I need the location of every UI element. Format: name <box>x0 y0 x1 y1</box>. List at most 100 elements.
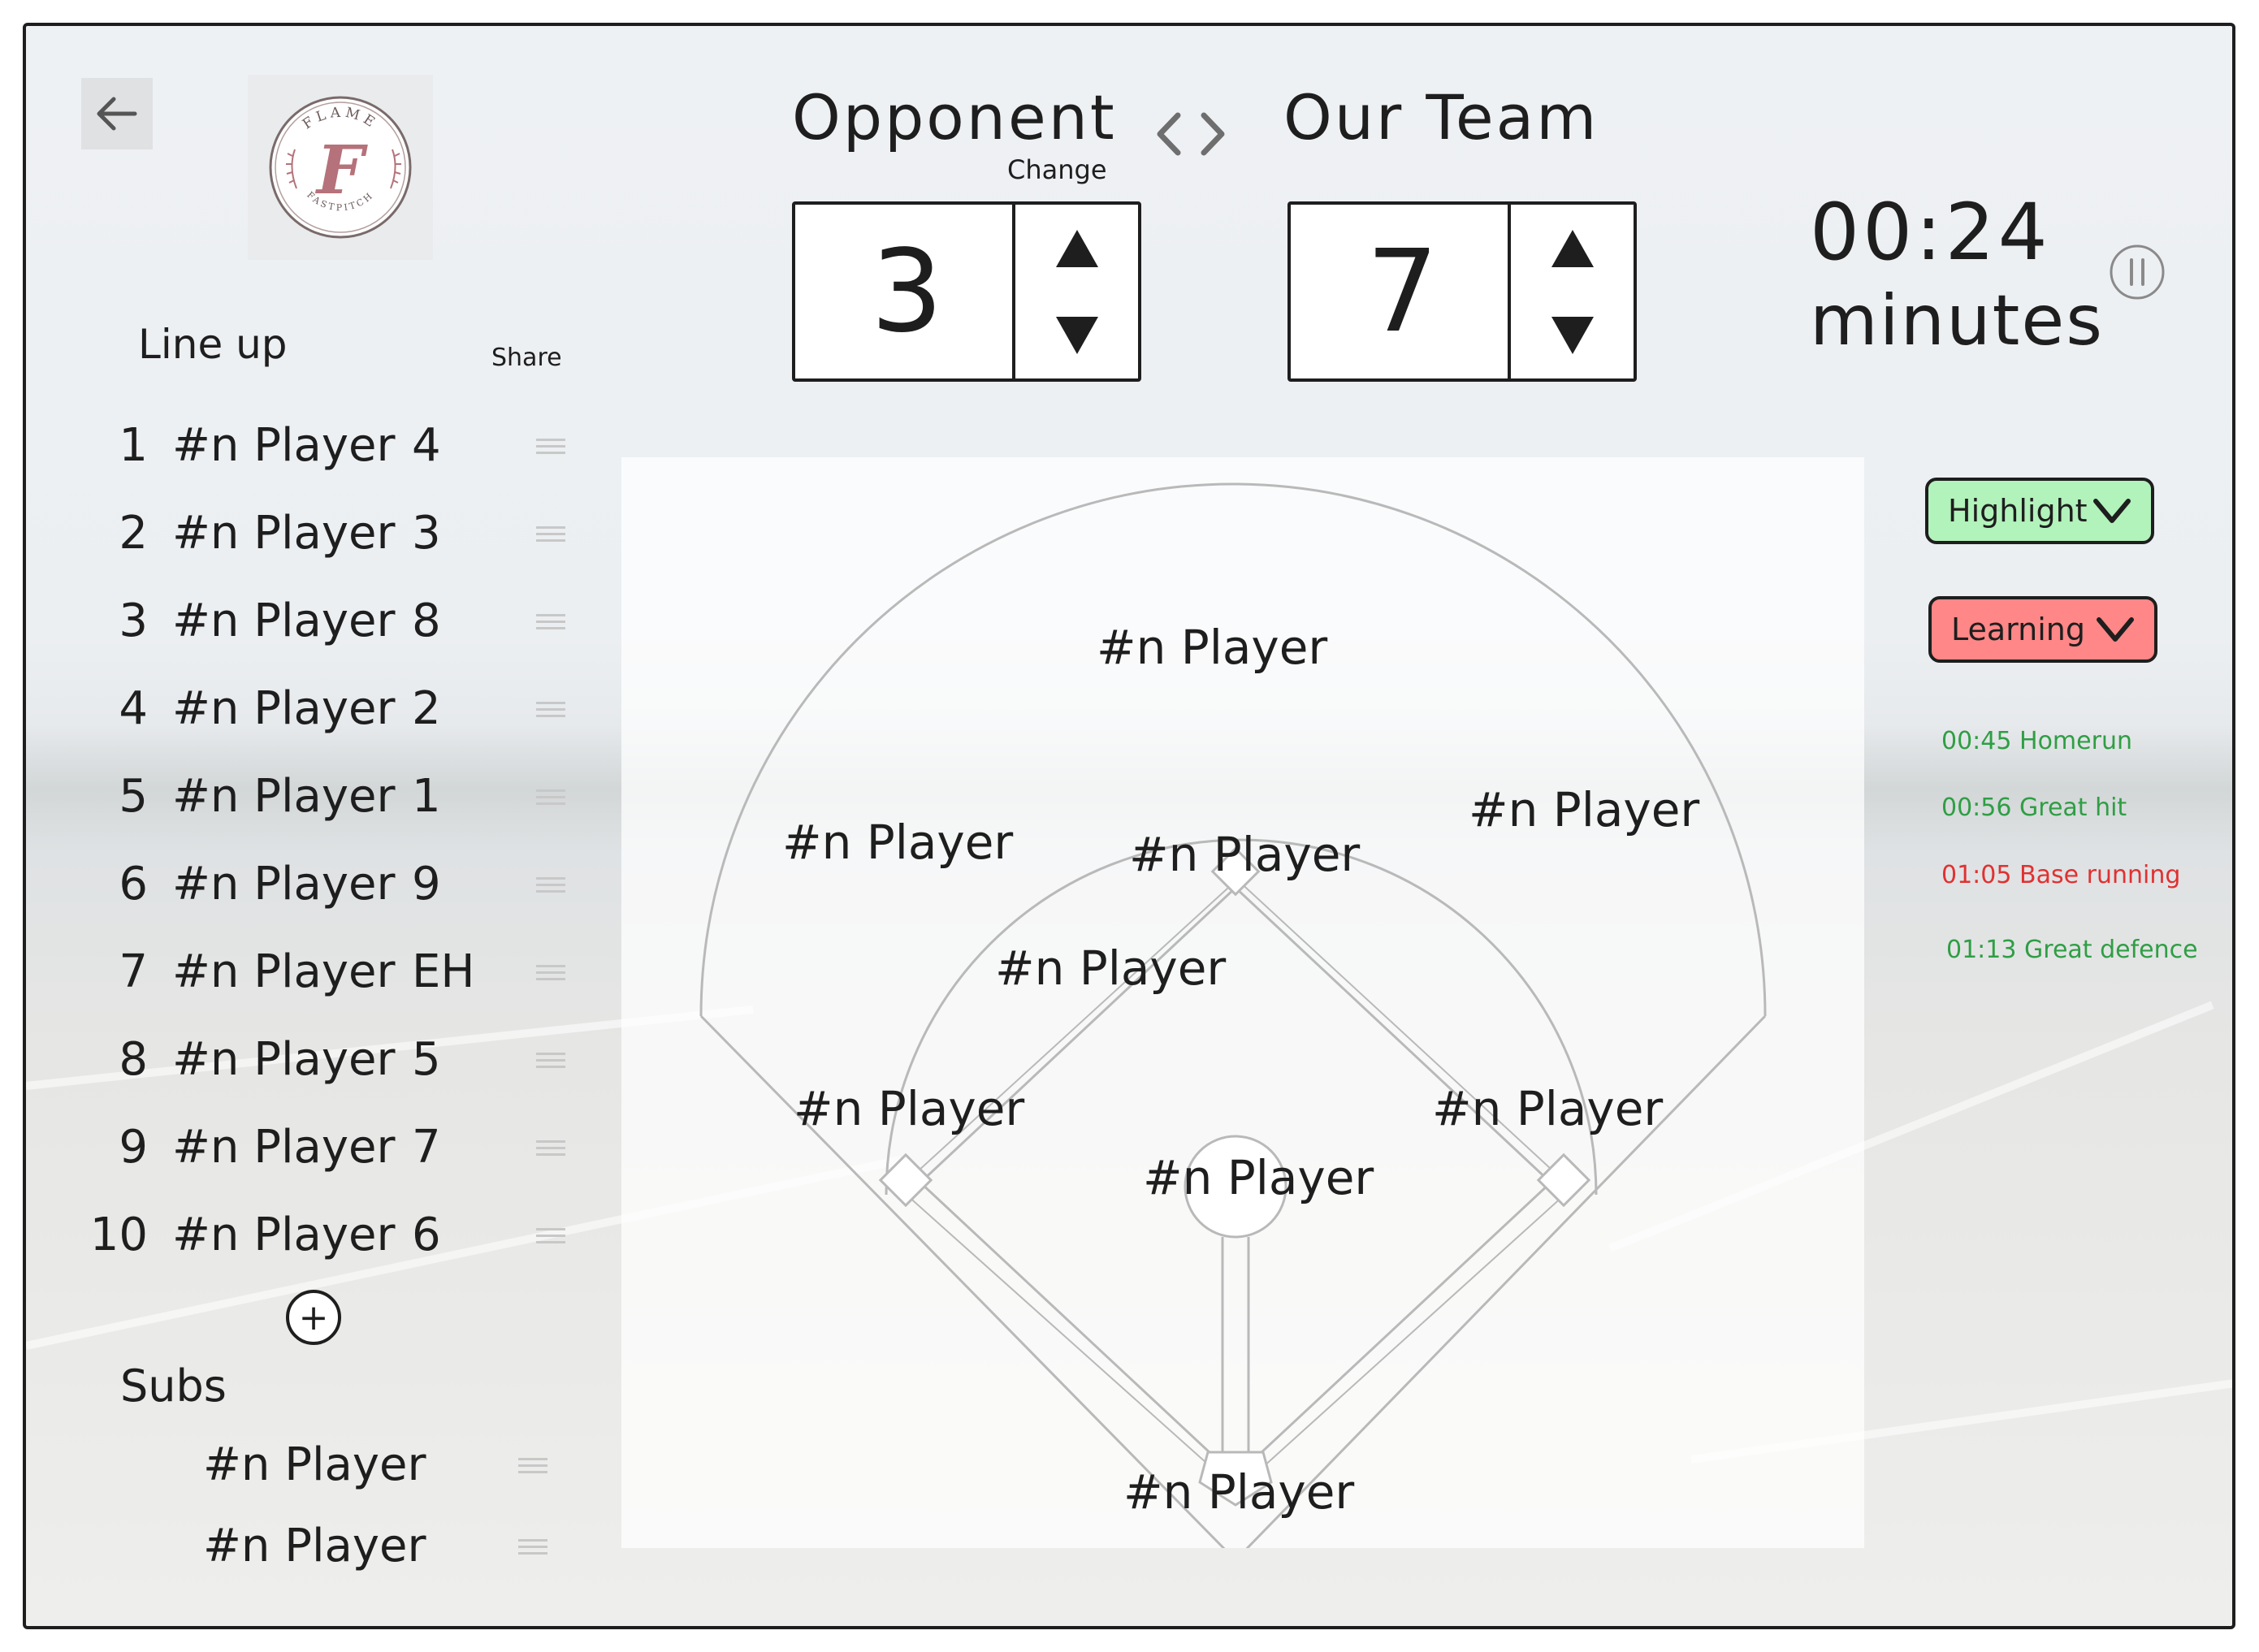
player-name: #n Player <box>172 857 396 910</box>
event-text: Great defence <box>2024 936 2198 964</box>
drag-handle-icon[interactable] <box>536 435 565 459</box>
our-score-box: 7 <box>1287 201 1637 382</box>
share-lineup-button[interactable]: Share <box>491 344 562 372</box>
lineup-row[interactable]: 2 #n Player 3 <box>81 500 569 565</box>
lineup-row[interactable]: 4 #n Player 2 <box>81 676 569 741</box>
triangle-up-icon <box>1055 229 1098 267</box>
pause-timer-button[interactable] <box>2109 244 2166 301</box>
event-entry[interactable]: 01:05 Base running <box>1941 861 2180 889</box>
sub-player-name: #n Player <box>203 1438 426 1491</box>
event-time: 00:45 <box>1941 727 2012 755</box>
player-name: #n Player <box>172 681 396 735</box>
player-position: 4 <box>412 418 441 472</box>
drag-handle-icon[interactable] <box>518 1535 547 1559</box>
lineup-title: Line up <box>138 321 288 368</box>
lineup-row[interactable]: 7 #n Player EH <box>81 939 569 1004</box>
drag-handle-icon[interactable] <box>536 1136 565 1161</box>
change-teams-link[interactable]: Change <box>1007 154 1107 185</box>
fielder-shortstop[interactable]: #n Player <box>995 941 1226 996</box>
drag-handle-icon[interactable] <box>518 1454 547 1478</box>
opponent-score-stepper <box>1012 205 1138 378</box>
our-team-name[interactable]: Our Team <box>1283 81 1599 154</box>
pause-icon <box>2110 244 2165 300</box>
opponent-score-box: 3 <box>792 201 1141 382</box>
player-position: 5 <box>412 1032 441 1086</box>
event-time: 00:56 <box>1941 794 2012 822</box>
fielder-right-field[interactable]: #n Player <box>1469 782 1699 837</box>
plus-icon: + <box>298 1296 329 1338</box>
lineup-row[interactable]: 3 #n Player 8 <box>81 588 569 653</box>
fielder-third-base[interactable]: #n Player <box>794 1081 1024 1136</box>
triangle-up-icon <box>1551 229 1594 267</box>
player-position: 7 <box>412 1120 441 1174</box>
drag-handle-icon[interactable] <box>536 873 565 897</box>
fielder-left-field[interactable]: #n Player <box>782 815 1013 870</box>
event-entry[interactable]: 00:45 Homerun <box>1941 727 2132 755</box>
player-name: #n Player <box>172 945 396 998</box>
player-position: 6 <box>412 1208 441 1261</box>
batting-order: 3 <box>119 594 148 647</box>
highlight-dropdown[interactable]: Highlight <box>1925 478 2154 544</box>
our-score-decrement-button[interactable] <box>1511 292 1634 378</box>
drag-handle-icon[interactable] <box>536 1049 565 1073</box>
sub-row[interactable]: #n Player <box>203 1432 569 1497</box>
lineup-row[interactable]: 8 #n Player 5 <box>81 1027 569 1092</box>
team-logo: FLAME FASTPITCH F <box>248 75 433 260</box>
drag-handle-icon[interactable] <box>536 785 565 810</box>
subs-title: Subs <box>120 1360 227 1412</box>
lineup-row[interactable]: 5 #n Player 1 <box>81 763 569 828</box>
player-position: 2 <box>412 681 441 735</box>
fielder-first-base[interactable]: #n Player <box>1432 1081 1663 1136</box>
our-score-stepper <box>1508 205 1634 378</box>
player-position: 1 <box>412 769 441 823</box>
fielder-catcher[interactable]: #n Player <box>1123 1464 1354 1520</box>
batting-order: 9 <box>119 1120 148 1174</box>
batting-order: 7 <box>119 945 148 998</box>
batting-order: 8 <box>119 1032 148 1086</box>
event-text: Great hit <box>2019 794 2127 822</box>
game-timer-unit: minutes <box>1810 280 2105 361</box>
drag-handle-icon[interactable] <box>536 1224 565 1248</box>
drag-handle-icon[interactable] <box>536 961 565 985</box>
field-panel: #n Player #n Player #n Player #n Player … <box>621 457 1864 1548</box>
player-name: #n Player <box>172 1032 396 1086</box>
event-entry[interactable]: 00:56 Great hit <box>1941 794 2127 822</box>
svg-text:F: F <box>315 132 368 210</box>
lineup-row[interactable]: 9 #n Player 7 <box>81 1114 569 1179</box>
our-score-increment-button[interactable] <box>1511 205 1634 292</box>
event-text: Homerun <box>2019 727 2132 755</box>
opponent-team-name[interactable]: Opponent <box>792 81 1117 154</box>
swap-teams-button[interactable] <box>1153 106 1228 175</box>
sub-row[interactable]: #n Player <box>203 1513 569 1578</box>
chevron-down-icon <box>2097 617 2134 642</box>
fielder-pitcher[interactable]: #n Player <box>1143 1150 1374 1205</box>
chevron-down-icon <box>2093 499 2131 523</box>
player-name: #n Player <box>172 769 396 823</box>
batting-order: 4 <box>119 681 148 735</box>
drag-handle-icon[interactable] <box>536 610 565 634</box>
event-time: 01:05 <box>1941 861 2012 889</box>
player-name: #n Player <box>172 594 396 647</box>
highlight-dropdown-label: Highlight <box>1948 493 2088 529</box>
lineup-row[interactable]: 1 #n Player 4 <box>81 413 569 478</box>
lineup-row[interactable]: 10 #n Player 6 <box>81 1202 569 1267</box>
learning-dropdown[interactable]: Learning <box>1928 596 2157 663</box>
lineup-row[interactable]: 6 #n Player 9 <box>81 851 569 916</box>
add-player-button[interactable]: + <box>286 1290 341 1345</box>
opponent-score-increment-button[interactable] <box>1015 205 1138 292</box>
batting-order: 10 <box>89 1208 148 1261</box>
opponent-score-decrement-button[interactable] <box>1015 292 1138 378</box>
fielder-second-base[interactable]: #n Player <box>1129 827 1360 882</box>
event-time: 01:13 <box>1946 936 2017 964</box>
drag-handle-icon[interactable] <box>536 698 565 722</box>
opponent-score-value[interactable]: 3 <box>795 205 1019 378</box>
sub-player-name: #n Player <box>203 1519 426 1572</box>
our-score-value[interactable]: 7 <box>1291 205 1514 378</box>
back-button[interactable] <box>81 78 153 149</box>
batting-order: 6 <box>119 857 148 910</box>
event-entry[interactable]: 01:13 Great defence <box>1946 936 2198 964</box>
drag-handle-icon[interactable] <box>536 522 565 547</box>
batting-order: 1 <box>119 418 148 472</box>
fielder-center-field[interactable]: #n Player <box>1097 620 1327 675</box>
batting-order: 2 <box>119 506 148 560</box>
